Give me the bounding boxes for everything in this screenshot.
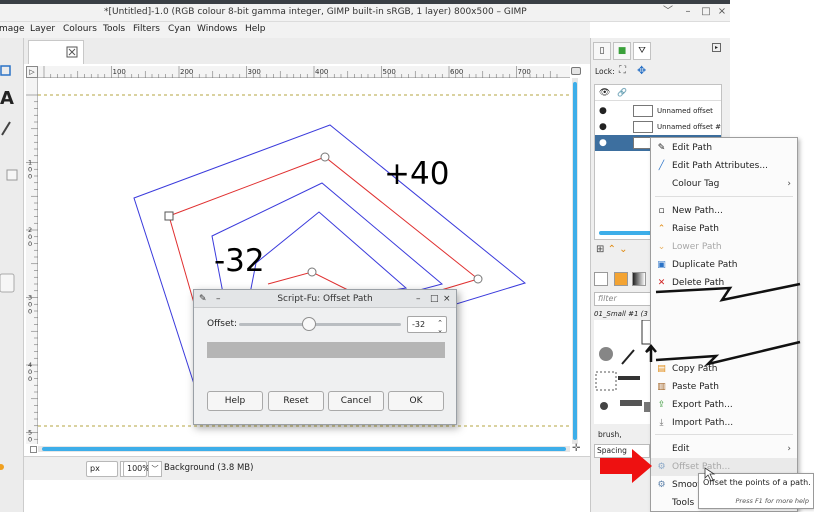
offset-value: -32 — [412, 320, 426, 329]
red-arrow-icon — [600, 449, 652, 483]
spin-down-icon[interactable]: ⌄ — [437, 323, 443, 338]
offset-path-dialog: Script-Fu: Offset Path ✎ – – □ × Offset:… — [193, 289, 457, 425]
annotation-stroke — [655, 340, 801, 367]
offset-label: Offset: — [207, 319, 238, 329]
help-button[interactable]: Help — [207, 391, 263, 411]
dialog-maximize-icon[interactable]: □ — [430, 290, 439, 308]
offset-slider-track[interactable] — [239, 323, 401, 326]
mouse-cursor-icon — [704, 467, 716, 482]
dialog-menu-icon[interactable]: – — [216, 290, 221, 308]
dialog-app-icon: ✎ — [199, 294, 207, 304]
up-arrow-icon — [645, 344, 657, 362]
reset-button[interactable]: Reset — [268, 391, 324, 411]
progress-bar — [207, 342, 445, 358]
offset-slider-handle[interactable] — [301, 317, 316, 331]
cancel-button[interactable]: Cancel — [328, 391, 384, 411]
dialog-close-icon[interactable]: × — [443, 290, 451, 308]
ok-button[interactable]: OK — [388, 391, 444, 411]
annotation-stroke — [655, 282, 801, 302]
offset-spinbox[interactable]: -32 ⌃ ⌄ — [407, 316, 447, 334]
dialog-title: Script-Fu: Offset Path — [277, 294, 373, 304]
dialog-title-bar: Script-Fu: Offset Path ✎ – – □ × — [194, 290, 456, 308]
annotation-overlay — [600, 282, 801, 483]
dialog-minimize-icon[interactable]: – — [416, 290, 421, 308]
